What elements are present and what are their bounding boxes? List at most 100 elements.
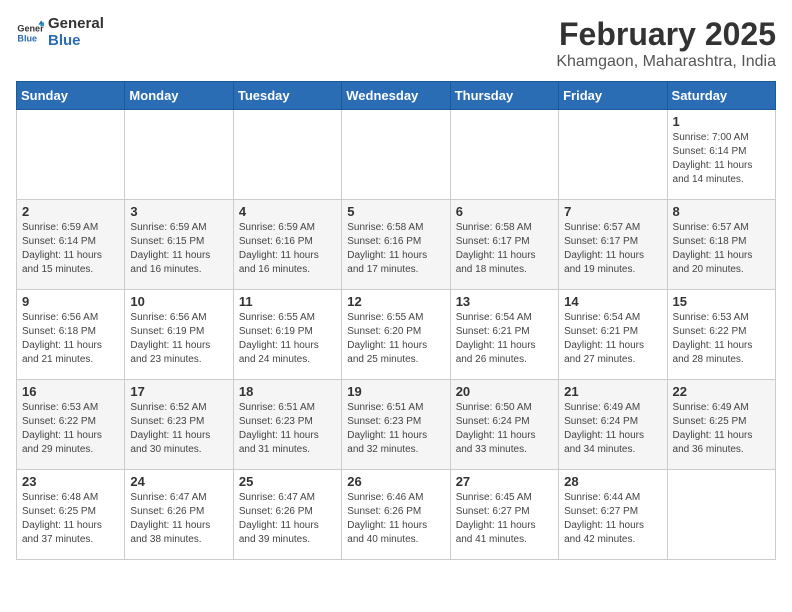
column-header-monday: Monday (125, 82, 233, 110)
calendar-cell: 11 Sunrise: 6:55 AM Sunset: 6:19 PM Dayli… (233, 290, 341, 380)
column-header-thursday: Thursday (450, 82, 558, 110)
calendar-week-1: 1 Sunrise: 7:00 AM Sunset: 6:14 PM Daylig… (17, 110, 776, 200)
calendar-cell: 23 Sunrise: 6:48 AM Sunset: 6:25 PM Dayli… (17, 470, 125, 560)
day-number: 23 (22, 474, 119, 489)
calendar-cell (667, 470, 775, 560)
day-info: Sunrise: 6:48 AM Sunset: 6:25 PM Dayligh… (22, 491, 119, 547)
day-number: 3 (130, 204, 227, 219)
header: General Blue General Blue February 2025 … (16, 16, 776, 71)
day-number: 6 (456, 204, 553, 219)
calendar-cell: 4Sunrise: 6:59 AM Sunset: 6:16 PM Daylig… (233, 200, 341, 290)
calendar-cell: 17 Sunrise: 6:52 AM Sunset: 6:23 PM Dayli… (125, 380, 233, 470)
calendar-cell: 16Sunrise: 6:53 AM Sunset: 6:22 PM Dayli… (17, 380, 125, 470)
day-info: Sunrise: 6:51 AM Sunset: 6:23 PM Dayligh… (239, 401, 336, 457)
day-number: 16 (22, 384, 119, 399)
logo-icon: General Blue (16, 19, 44, 47)
calendar-cell (559, 110, 667, 200)
calendar-cell: 20 Sunrise: 6:50 AM Sunset: 6:24 PM Dayli… (450, 380, 558, 470)
day-info: Sunrise: 6:55 AM Sunset: 6:19 PM Dayligh… (239, 311, 336, 367)
calendar-week-5: 23 Sunrise: 6:48 AM Sunset: 6:25 PM Dayli… (17, 470, 776, 560)
day-info: Sunrise: 6:52 AM Sunset: 6:23 PM Dayligh… (130, 401, 227, 457)
calendar-cell: 25 Sunrise: 6:47 AM Sunset: 6:26 PM Dayli… (233, 470, 341, 560)
main-title: February 2025 (556, 16, 776, 53)
calendar-cell (233, 110, 341, 200)
calendar-cell (17, 110, 125, 200)
calendar-cell: 7 Sunrise: 6:57 AM Sunset: 6:17 PM Daylig… (559, 200, 667, 290)
column-header-wednesday: Wednesday (342, 82, 450, 110)
column-header-friday: Friday (559, 82, 667, 110)
day-info: Sunrise: 6:59 AM Sunset: 6:15 PM Dayligh… (130, 221, 227, 277)
column-header-saturday: Saturday (667, 82, 775, 110)
day-number: 1 (673, 114, 770, 129)
day-info: Sunrise: 6:50 AM Sunset: 6:24 PM Dayligh… (456, 401, 553, 457)
calendar-table: SundayMondayTuesdayWednesdayThursdayFrid… (16, 81, 776, 560)
sub-title: Khamgaon, Maharashtra, India (556, 53, 776, 71)
calendar-cell: 13Sunrise: 6:54 AM Sunset: 6:21 PM Dayli… (450, 290, 558, 380)
day-number: 25 (239, 474, 336, 489)
day-number: 9 (22, 294, 119, 309)
day-info: Sunrise: 6:58 AM Sunset: 6:17 PM Dayligh… (456, 221, 553, 277)
calendar-cell: 24 Sunrise: 6:47 AM Sunset: 6:26 PM Dayli… (125, 470, 233, 560)
day-info: Sunrise: 6:44 AM Sunset: 6:27 PM Dayligh… (564, 491, 661, 547)
title-area: February 2025 Khamgaon, Maharashtra, Ind… (556, 16, 776, 71)
day-number: 20 (456, 384, 553, 399)
day-number: 18 (239, 384, 336, 399)
logo-blue-text: Blue (48, 33, 104, 50)
day-info: Sunrise: 6:51 AM Sunset: 6:23 PM Dayligh… (347, 401, 444, 457)
day-number: 17 (130, 384, 227, 399)
day-info: Sunrise: 7:00 AM Sunset: 6:14 PM Dayligh… (673, 131, 770, 187)
day-number: 10 (130, 294, 227, 309)
day-info: Sunrise: 6:49 AM Sunset: 6:24 PM Dayligh… (564, 401, 661, 457)
calendar-cell: 27 Sunrise: 6:45 AM Sunset: 6:27 PM Dayli… (450, 470, 558, 560)
svg-text:Blue: Blue (17, 33, 37, 43)
calendar-cell: 19 Sunrise: 6:51 AM Sunset: 6:23 PM Dayli… (342, 380, 450, 470)
logo-general-text: General (48, 16, 104, 33)
day-info: Sunrise: 6:49 AM Sunset: 6:25 PM Dayligh… (673, 401, 770, 457)
day-info: Sunrise: 6:58 AM Sunset: 6:16 PM Dayligh… (347, 221, 444, 277)
day-info: Sunrise: 6:46 AM Sunset: 6:26 PM Dayligh… (347, 491, 444, 547)
day-number: 21 (564, 384, 661, 399)
day-number: 8 (673, 204, 770, 219)
calendar-body: 1 Sunrise: 7:00 AM Sunset: 6:14 PM Daylig… (17, 110, 776, 560)
calendar-cell: 2 Sunrise: 6:59 AM Sunset: 6:14 PM Daylig… (17, 200, 125, 290)
calendar-cell: 26 Sunrise: 6:46 AM Sunset: 6:26 PM Dayli… (342, 470, 450, 560)
logo: General Blue General Blue (16, 16, 104, 49)
day-number: 2 (22, 204, 119, 219)
calendar-cell (125, 110, 233, 200)
day-info: Sunrise: 6:57 AM Sunset: 6:17 PM Dayligh… (564, 221, 661, 277)
calendar-cell: 28Sunrise: 6:44 AM Sunset: 6:27 PM Dayli… (559, 470, 667, 560)
calendar-cell: 3 Sunrise: 6:59 AM Sunset: 6:15 PM Daylig… (125, 200, 233, 290)
day-number: 24 (130, 474, 227, 489)
calendar-cell (450, 110, 558, 200)
day-number: 11 (239, 294, 336, 309)
calendar-header: SundayMondayTuesdayWednesdayThursdayFrid… (17, 82, 776, 110)
calendar-cell: 5Sunrise: 6:58 AM Sunset: 6:16 PM Daylig… (342, 200, 450, 290)
day-info: Sunrise: 6:59 AM Sunset: 6:14 PM Dayligh… (22, 221, 119, 277)
day-info: Sunrise: 6:47 AM Sunset: 6:26 PM Dayligh… (239, 491, 336, 547)
day-info: Sunrise: 6:55 AM Sunset: 6:20 PM Dayligh… (347, 311, 444, 367)
calendar-week-4: 16Sunrise: 6:53 AM Sunset: 6:22 PM Dayli… (17, 380, 776, 470)
day-number: 27 (456, 474, 553, 489)
day-info: Sunrise: 6:56 AM Sunset: 6:18 PM Dayligh… (22, 311, 119, 367)
calendar-cell: 14Sunrise: 6:54 AM Sunset: 6:21 PM Dayli… (559, 290, 667, 380)
day-info: Sunrise: 6:47 AM Sunset: 6:26 PM Dayligh… (130, 491, 227, 547)
day-number: 12 (347, 294, 444, 309)
calendar-cell: 9 Sunrise: 6:56 AM Sunset: 6:18 PM Daylig… (17, 290, 125, 380)
day-info: Sunrise: 6:45 AM Sunset: 6:27 PM Dayligh… (456, 491, 553, 547)
calendar-cell: 18 Sunrise: 6:51 AM Sunset: 6:23 PM Dayli… (233, 380, 341, 470)
calendar-cell: 21 Sunrise: 6:49 AM Sunset: 6:24 PM Dayli… (559, 380, 667, 470)
day-info: Sunrise: 6:54 AM Sunset: 6:21 PM Dayligh… (564, 311, 661, 367)
day-number: 13 (456, 294, 553, 309)
day-number: 19 (347, 384, 444, 399)
column-header-tuesday: Tuesday (233, 82, 341, 110)
day-number: 4 (239, 204, 336, 219)
day-number: 26 (347, 474, 444, 489)
calendar-week-3: 9 Sunrise: 6:56 AM Sunset: 6:18 PM Daylig… (17, 290, 776, 380)
calendar-week-2: 2 Sunrise: 6:59 AM Sunset: 6:14 PM Daylig… (17, 200, 776, 290)
day-info: Sunrise: 6:53 AM Sunset: 6:22 PM Dayligh… (673, 311, 770, 367)
calendar-cell: 6 Sunrise: 6:58 AM Sunset: 6:17 PM Daylig… (450, 200, 558, 290)
calendar-cell: 8Sunrise: 6:57 AM Sunset: 6:18 PM Daylig… (667, 200, 775, 290)
day-number: 7 (564, 204, 661, 219)
svg-text:General: General (17, 23, 44, 33)
day-info: Sunrise: 6:56 AM Sunset: 6:19 PM Dayligh… (130, 311, 227, 367)
